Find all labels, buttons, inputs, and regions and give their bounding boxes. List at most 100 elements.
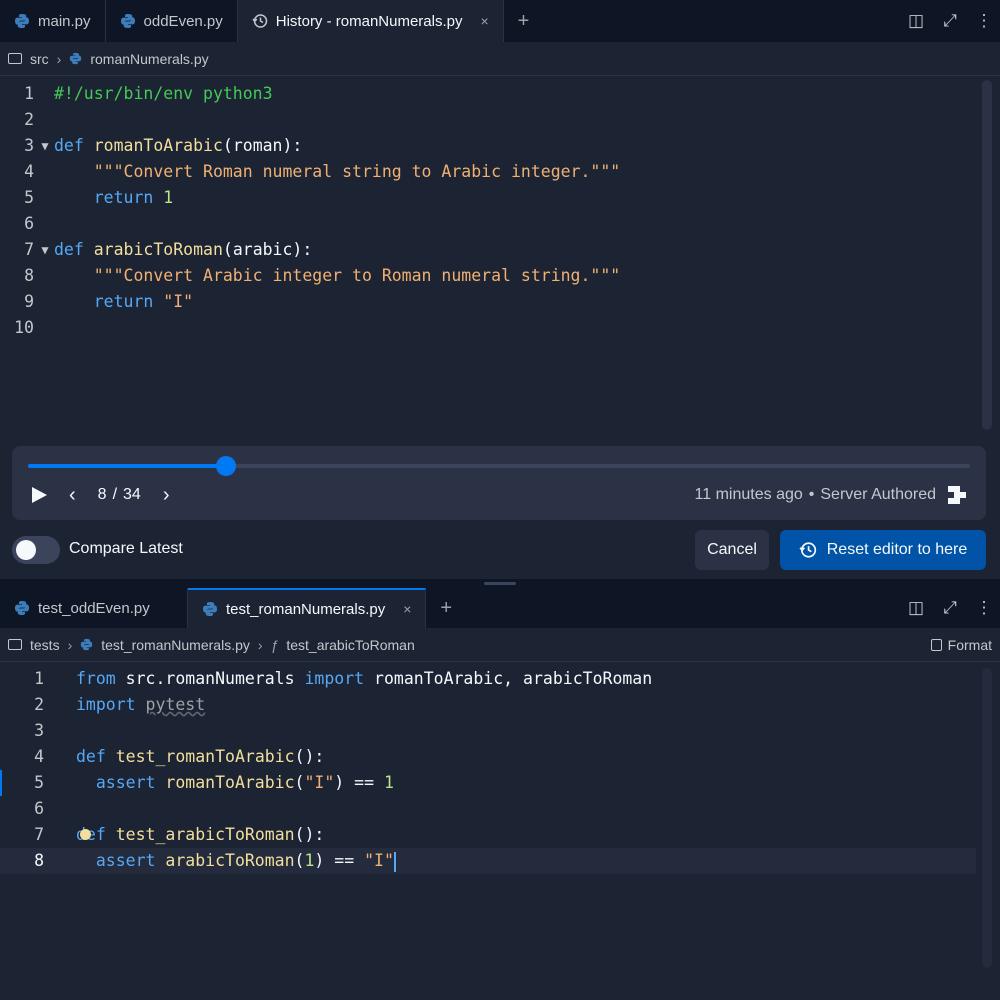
next-step-button[interactable]: ›: [163, 484, 170, 507]
split-pane-icon[interactable]: ◫: [906, 598, 926, 618]
breadcrumb-folder[interactable]: src: [30, 51, 49, 67]
history-slider[interactable]: [28, 456, 970, 476]
code-line: 2 import pytest: [0, 692, 1000, 718]
close-icon[interactable]: ×: [480, 13, 488, 29]
tab-test-romannumerals[interactable]: test_romanNumerals.py ×: [188, 588, 427, 628]
code-text: (roman):: [222, 136, 303, 155]
code-line: 1 #!/usr/bin/env python3: [0, 81, 1000, 107]
code-text: def: [54, 136, 94, 155]
code-text: romanToArabic: [93, 136, 223, 155]
chevron-right-icon: ›: [257, 636, 263, 653]
code-text: ():: [294, 825, 325, 844]
more-options-icon[interactable]: ⋮: [974, 11, 994, 31]
line-number: 8: [24, 266, 34, 285]
slider-thumb[interactable]: [215, 456, 236, 476]
add-tab-button[interactable]: +: [426, 588, 466, 628]
history-author: Server Authored: [820, 486, 936, 503]
code-line: 7 def test_arabicToRoman():: [0, 822, 1000, 848]
breadcrumb-file[interactable]: test_romanNumerals.py: [101, 637, 250, 653]
code-text: romanToArabic: [165, 773, 295, 792]
pane-actions: ◫ ⤢ ⋮: [906, 588, 994, 628]
server-authored-icon: [948, 486, 966, 504]
test-code-editor[interactable]: 1 from src.romanNumerals import romanToAr…: [0, 662, 1000, 874]
code-text: test_romanToArabic: [115, 747, 295, 766]
maximize-icon[interactable]: ⤢: [940, 598, 960, 618]
code-text: src.romanNumerals: [125, 669, 305, 688]
cancel-button[interactable]: Cancel: [695, 530, 769, 570]
code-line: 5 assert romanToArabic("I") == 1: [0, 770, 1000, 796]
slider-fill: [28, 464, 226, 468]
tab-label: main.py: [38, 12, 91, 30]
tab-label: History - romanNumerals.py: [275, 12, 463, 30]
format-button[interactable]: Format: [930, 636, 992, 653]
line-number: 5: [34, 773, 44, 792]
code-line: 3 ▼ def romanToArabic(roman):: [0, 133, 1000, 159]
play-icon[interactable]: [32, 487, 47, 503]
python-icon: [15, 601, 29, 615]
vertical-scrollbar[interactable]: [982, 80, 992, 430]
split-pane-icon[interactable]: ◫: [906, 11, 926, 31]
pane-resize-handle[interactable]: [484, 582, 516, 585]
python-icon: [203, 602, 217, 616]
code-line: 7 ▼ def arabicToRoman(arabic):: [0, 237, 1000, 263]
code-text: 1: [383, 773, 394, 792]
pane-actions: ◫ ⤢ ⋮: [906, 0, 994, 42]
code-text: (arabic):: [222, 240, 313, 259]
tab-label: test_romanNumerals.py: [226, 600, 386, 618]
history-time: 11 minutes ago: [694, 486, 803, 503]
playback-controls: ‹ 8 / 34 ›: [32, 484, 170, 506]
breadcrumb-file[interactable]: romanNumerals.py: [90, 51, 208, 67]
code-line: 4 """Convert Roman numeral string to Ara…: [0, 159, 1000, 185]
line-number: 2: [24, 110, 34, 129]
tab-label: test_oddEven.py: [38, 599, 150, 617]
vertical-scrollbar[interactable]: [982, 668, 992, 968]
code-text: test_arabicToRoman: [115, 825, 295, 844]
code-text: """Convert Arabic integer to Roman numer…: [54, 266, 621, 285]
format-label: Format: [947, 636, 992, 653]
code-line: 8 """Convert Arabic integer to Roman num…: [0, 263, 1000, 289]
code-text: return: [54, 292, 164, 311]
code-line: 10: [0, 315, 1000, 341]
compare-latest-toggle[interactable]: [12, 536, 60, 564]
code-line: 9 return "I": [0, 289, 1000, 315]
more-options-icon[interactable]: ⋮: [974, 598, 994, 618]
code-text: return: [54, 188, 164, 207]
python-icon: [15, 14, 29, 28]
reset-editor-button[interactable]: Reset editor to here: [780, 530, 986, 570]
line-number: 4: [34, 747, 44, 766]
history-icon: [799, 542, 816, 558]
add-tab-button[interactable]: +: [504, 0, 544, 42]
breadcrumb-function[interactable]: test_arabicToRoman: [286, 637, 414, 653]
fold-toggle-icon[interactable]: ▼: [36, 133, 54, 159]
tab-main-py[interactable]: main.py: [0, 0, 106, 42]
step-position: 8: [97, 486, 107, 503]
code-text: assert: [76, 851, 166, 870]
tab-test-oddeven[interactable]: test_oddEven.py: [0, 588, 188, 628]
code-text: from: [76, 669, 126, 688]
lightbulb-icon[interactable]: [80, 829, 91, 840]
history-icon: [252, 14, 268, 28]
reset-label: Reset editor to here: [826, 541, 968, 558]
tab-history-romannumerals[interactable]: History - romanNumerals.py ×: [237, 0, 504, 42]
code-text: #!/usr/bin/env python3: [54, 84, 273, 103]
line-number: 10: [14, 318, 34, 337]
line-number: 6: [24, 214, 34, 233]
history-actions: Compare Latest Cancel Reset editor to he…: [12, 530, 986, 570]
breadcrumb-folder[interactable]: tests: [30, 637, 60, 653]
close-icon[interactable]: ×: [403, 601, 411, 617]
tab-label: oddEven.py: [143, 12, 223, 30]
code-line: 2: [0, 107, 1000, 133]
line-number: 2: [34, 695, 44, 714]
history-code-editor[interactable]: 1 #!/usr/bin/env python3 2 3 ▼ def romanToA…: [0, 76, 1000, 341]
fold-toggle-icon[interactable]: ▼: [36, 237, 54, 263]
prev-step-button[interactable]: ‹: [69, 484, 76, 507]
toggle-knob: [16, 540, 36, 560]
line-number: 5: [24, 188, 34, 207]
maximize-icon[interactable]: ⤢: [940, 11, 960, 31]
folder-icon: [8, 53, 22, 64]
python-icon: [120, 14, 135, 28]
tab-oddeven-py[interactable]: oddEven.py: [106, 0, 238, 42]
code-text: ) ==: [314, 851, 365, 870]
line-number: 7: [24, 240, 34, 259]
breadcrumb: src › romanNumerals.py: [0, 42, 1000, 76]
